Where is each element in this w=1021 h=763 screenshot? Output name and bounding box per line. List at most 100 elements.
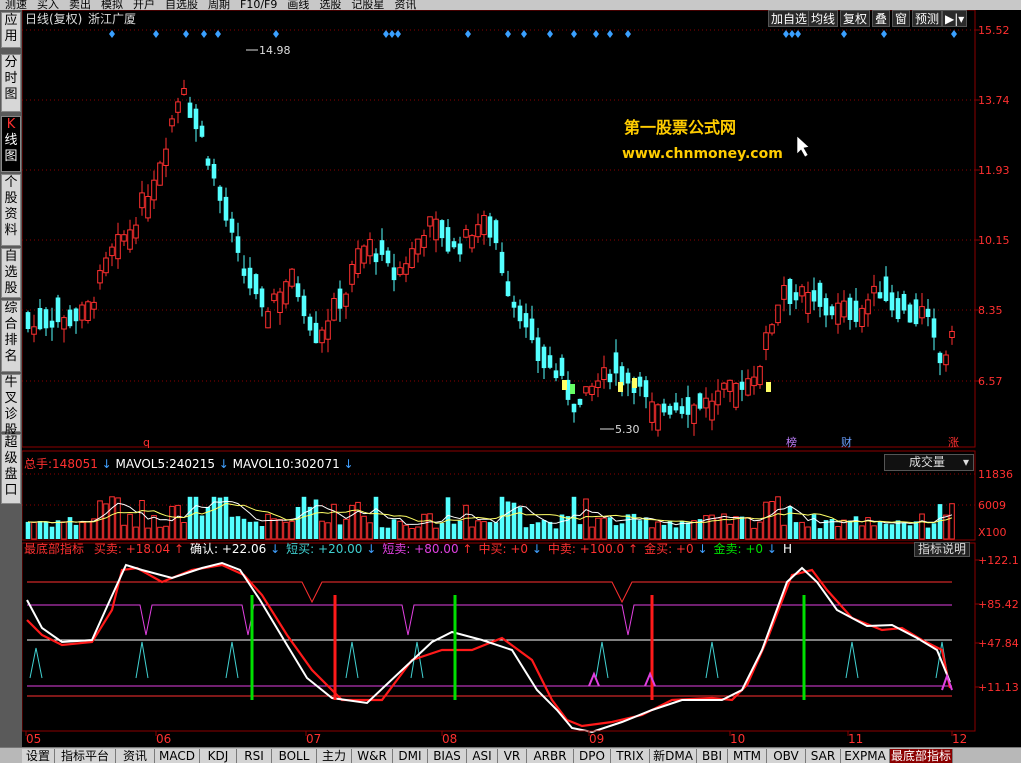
candle-body (865, 299, 871, 315)
candle-body (445, 227, 451, 252)
top-menu-item[interactable]: 周期 (208, 0, 230, 10)
indicator-help-button[interactable]: 指标说明 (914, 542, 970, 557)
volume-bar (139, 500, 145, 540)
top-menu-item[interactable]: 资讯 (394, 0, 416, 10)
top-menu-item[interactable]: 买入 (37, 0, 59, 10)
toolbar-button[interactable]: 叠 (872, 10, 891, 27)
indicator-name[interactable]: 最底部指标 (24, 542, 84, 556)
volume-bar (739, 516, 745, 539)
bottom-tab[interactable]: DPO (574, 749, 611, 763)
candle-body (889, 292, 895, 311)
sidebar-tab[interactable]: K线图 (1, 116, 21, 172)
bottom-tab[interactable]: 设置 (22, 749, 55, 763)
candles[interactable] (25, 79, 955, 437)
candle-body (523, 313, 529, 328)
bottom-tab[interactable]: KDJ (200, 749, 237, 763)
bottom-tab[interactable]: VR (498, 749, 527, 763)
bottom-tab[interactable]: DMI (393, 749, 428, 763)
candle-body (817, 282, 823, 307)
volume-bar (283, 521, 289, 540)
x-tick-label: 08 (442, 732, 457, 746)
candle-body (73, 308, 79, 322)
volume-bar (853, 516, 859, 539)
volume-bar (439, 523, 445, 539)
bottom-tab[interactable]: BOLL (272, 749, 317, 763)
sidebar-tab[interactable]: 应用 (1, 12, 21, 48)
candle-body (349, 264, 355, 285)
toolbar-more-icon[interactable]: ▶|▾ (942, 10, 968, 27)
volume-bar (913, 521, 919, 539)
bottom-tab[interactable]: BBI (697, 749, 728, 763)
candle-body (259, 288, 265, 308)
bottom-tab[interactable]: MACD (155, 749, 200, 763)
top-menu-item[interactable]: 画线 (287, 0, 309, 10)
toolbar-button[interactable]: 复权 (840, 10, 871, 27)
signal-diamond-icon (505, 30, 511, 38)
volume-bar (577, 524, 583, 539)
bottom-tab[interactable]: W&R (352, 749, 393, 763)
bottom-tab[interactable]: TRIX (611, 749, 650, 763)
candle-body (571, 403, 577, 413)
bottom-tab[interactable]: BIAS (428, 749, 467, 763)
bottom-tab[interactable]: ASI (467, 749, 498, 763)
top-menu-item[interactable]: 模拟 (101, 0, 123, 10)
volume-bar (625, 514, 631, 539)
sidebar-tab[interactable]: 综合排名 (1, 300, 21, 372)
volume-bar (613, 525, 619, 539)
toolbar-button[interactable]: 均线 (808, 10, 839, 27)
volume-bar (589, 526, 595, 540)
candle-body (901, 294, 907, 311)
sidebar-tab[interactable]: 个股资料 (1, 174, 21, 246)
candle-body (919, 306, 925, 319)
bottom-tab[interactable]: 资讯 (116, 749, 155, 763)
candle-body (793, 292, 799, 301)
candle-body (403, 263, 409, 275)
sidebar-tab[interactable]: 分时图 (1, 54, 21, 112)
top-menu-item[interactable]: 记股星 (351, 0, 384, 10)
sidebar-tab[interactable]: 牛叉诊股 (1, 374, 21, 438)
top-menu-item[interactable]: 自选股 (165, 0, 198, 10)
bottom-tab[interactable]: 指标平台 (55, 749, 116, 763)
top-menu-item[interactable]: 开户 (133, 0, 155, 10)
bottom-indicator-tabs: 设置 指标平台 资讯 MACD KDJ RSI BOLL 主力 W&R DMI BIAS ASI VR A… (0, 747, 1021, 763)
sidebar-tab[interactable]: 自选股 (1, 248, 21, 298)
sidebar-tab[interactable]: 超级盘口 (1, 434, 21, 504)
vol-total-label: 总手: (24, 457, 53, 471)
volume-bar (769, 501, 775, 540)
bottom-tab[interactable]: MTM (728, 749, 767, 763)
candle-body (883, 276, 889, 301)
volume-bar (535, 522, 541, 539)
candle-body (415, 238, 421, 255)
short-buy-spike (845, 641, 859, 679)
down-arrow-icon: ↓ (97, 457, 116, 471)
candle-body (529, 318, 535, 341)
candle-body (229, 218, 235, 233)
kline-chart-svg[interactable]: 15.52 13.74 11.93 10.15 8.35 6.57 日线(复权) 浙江广厦… (21, 9, 1021, 747)
bottom-tab[interactable]: 新DMA (650, 749, 697, 763)
toolbar-button[interactable]: 预测 (912, 10, 943, 27)
top-menu-item[interactable]: 测速 (5, 0, 27, 10)
candle-body (385, 250, 391, 264)
volume-bar (37, 521, 43, 539)
down-arrow-icon: ↓ (266, 542, 281, 556)
bottom-tab[interactable]: SAR (806, 749, 841, 763)
indicator-legend: 最底部指标 买卖: +18.04 ↑ 确认: +22.06 ↓ 短买: +20.00… (24, 542, 792, 556)
bottom-tab[interactable]: 主力 (317, 749, 352, 763)
toolbar-button[interactable]: 加自选 (768, 10, 811, 27)
candle-body (583, 386, 589, 394)
candle-body (739, 381, 745, 390)
bottom-tab[interactable]: RSI (237, 749, 272, 763)
chart-area[interactable]: 15.52 13.74 11.93 10.15 8.35 6.57 日线(复权) 浙江广厦… (21, 9, 1021, 747)
volume-indicator-select[interactable]: 成交量 ▾ (884, 454, 974, 471)
candle-body (475, 224, 481, 238)
bottom-tab[interactable]: 最底部指标 (890, 749, 953, 763)
top-menu-item[interactable]: F10/F9 (240, 0, 277, 10)
volume-bar (181, 522, 187, 540)
bottom-tab[interactable]: EXPMA (841, 749, 890, 763)
bottom-tab[interactable]: OBV (767, 749, 806, 763)
top-menu-item[interactable]: 选股 (319, 0, 341, 10)
toolbar-button[interactable]: 窗 (892, 10, 911, 27)
top-menu-item[interactable]: 卖出 (69, 0, 91, 10)
candle-body (247, 267, 253, 289)
bottom-tab[interactable]: ARBR (527, 749, 574, 763)
